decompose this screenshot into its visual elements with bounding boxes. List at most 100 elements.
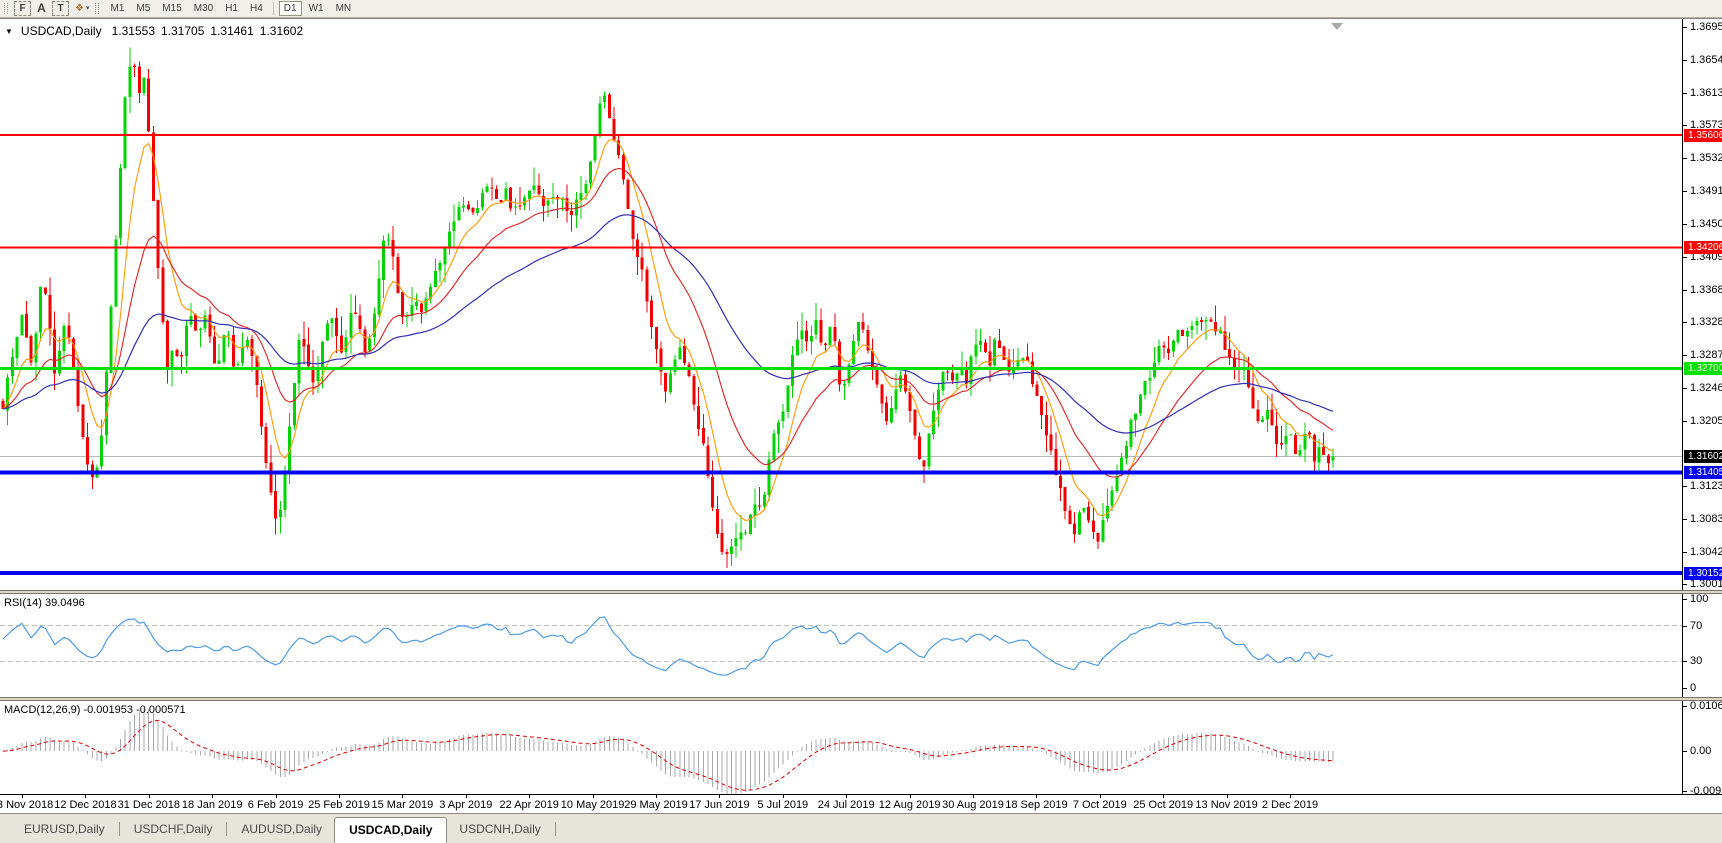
- price-axis-label: 1.31230: [1683, 481, 1722, 492]
- rsi-axis-label: 30: [1683, 656, 1722, 667]
- ma-fast-line[interactable]: [2, 139, 1334, 522]
- timeframe-button-m1[interactable]: M1: [105, 1, 129, 16]
- close-value: 1.31602: [259, 24, 304, 38]
- date-axis[interactable]: 23 Nov 201812 Dec 201831 Dec 201818 Jan …: [0, 794, 1722, 814]
- date-tick: [1226, 795, 1228, 798]
- text-label-icon[interactable]: T: [52, 1, 69, 16]
- price-axis-label: 1.35320: [1683, 152, 1722, 164]
- tab-divider: [118, 821, 120, 836]
- date-label: 25 Oct 2019: [1133, 799, 1194, 811]
- date-tick: [1099, 795, 1101, 798]
- macd-signal-line[interactable]: [2, 719, 1334, 791]
- tab-usdchf[interactable]: USDCHF,Daily: [122, 818, 225, 840]
- price-axis-label: 1.30830: [1683, 513, 1722, 525]
- price-axis[interactable]: 1.369501.365401.361301.357301.353201.349…: [1682, 19, 1722, 590]
- timeframe-button-m15[interactable]: M15: [157, 1, 186, 16]
- tab-audusd[interactable]: AUDUSD,Daily: [229, 818, 334, 840]
- toolbar-drag-handle[interactable]: [4, 3, 8, 14]
- price-axis-label: 1.33680: [1683, 284, 1722, 296]
- timeframe-button-h4[interactable]: H4: [245, 1, 268, 16]
- date-tick: [846, 795, 848, 798]
- date-label: 29 May 2019: [624, 799, 688, 811]
- date-tick: [402, 795, 404, 798]
- high-value: 1.31705: [161, 24, 205, 38]
- price-axis-label: 1.34910: [1683, 185, 1722, 197]
- price-axis-label: 1.33280: [1683, 316, 1722, 328]
- tab-usdcnh[interactable]: USDCNH,Daily: [447, 818, 552, 840]
- date-label: 2 Dec 2019: [1261, 799, 1319, 811]
- timeframe-button-mn[interactable]: MN: [331, 1, 357, 16]
- date-tick: [275, 795, 277, 798]
- date-label: 31 Dec 2018: [117, 799, 180, 811]
- mt4-window: F A T ❖ ▾ M1 M5 M15 M30 H1 H4 D1 W1 MN ▼ USDCAD,…: [0, 0, 1722, 843]
- chart-shift-marker[interactable]: [1331, 23, 1343, 30]
- timeframe-button-m5[interactable]: M5: [131, 1, 155, 16]
- macd-axis-label: 0.00: [1683, 746, 1722, 757]
- macd-plot[interactable]: [0, 701, 1682, 794]
- chevron-down-icon: ▾: [85, 5, 90, 12]
- price-axis-label: 1.36950: [1683, 22, 1722, 33]
- date-label: 7 Oct 2019: [1072, 799, 1127, 811]
- timeframe-button-w1[interactable]: W1: [304, 1, 329, 16]
- timeframe-button-h1[interactable]: H1: [220, 1, 243, 16]
- date-tick: [782, 795, 784, 798]
- chart-tabs-bar: EURUSD,Daily USDCHF,Daily AUDUSD,Daily USDC…: [0, 813, 1722, 843]
- date-label: 12 Dec 2018: [54, 799, 117, 811]
- price-axis-label: 1.32460: [1683, 382, 1722, 394]
- macd-label: MACD(12,26,9) -0.001953 -0.000571: [4, 704, 186, 716]
- date-tick: [719, 795, 721, 798]
- tab-usdcad[interactable]: USDCAD,Daily: [334, 817, 448, 843]
- timeframe-button-d1[interactable]: D1: [278, 1, 302, 16]
- date-label: 25 Feb 2019: [308, 799, 370, 811]
- toolbar-separator: [272, 2, 274, 15]
- date-tick: [1163, 795, 1165, 798]
- rsi-plot[interactable]: [0, 594, 1682, 697]
- macd-panel: MACD(12,26,9) -0.001953 -0.000571 0.0106…: [0, 701, 1722, 797]
- timeframe-button-m30[interactable]: M30: [189, 1, 218, 16]
- price-badge-level: 1.35606: [1684, 128, 1722, 142]
- date-label: 18 Jan 2019: [181, 799, 243, 811]
- date-label: 3 Apr 2019: [439, 799, 493, 811]
- low-value: 1.31461: [210, 24, 254, 38]
- price-axis-label: 1.30420: [1683, 546, 1722, 558]
- date-tick: [592, 795, 594, 798]
- chart-dropdown-icon[interactable]: ▼: [5, 27, 13, 36]
- price-axis-label: 1.36540: [1683, 54, 1722, 66]
- rsi-panel: RSI(14) 39.0496 100 70 30 0: [0, 594, 1722, 697]
- date-label: 22 Apr 2019: [499, 799, 559, 811]
- date-label: 17 Jun 2019: [689, 799, 750, 811]
- rsi-axis[interactable]: 100 70 30 0: [1682, 594, 1722, 697]
- tab-divider: [226, 821, 228, 836]
- main-chart-panel: ▼ USDCAD,Daily 1.31553 1.31705 1.31461 1…: [0, 19, 1722, 590]
- price-axis-label: 1.36130: [1683, 87, 1722, 99]
- price-badge-level: 1.30152: [1684, 566, 1722, 580]
- date-tick: [656, 795, 657, 798]
- symbol-period-label: USDCAD,Daily: [20, 24, 102, 38]
- date-label: 6 Feb 2019: [247, 799, 304, 811]
- text-a-icon[interactable]: A: [33, 1, 50, 16]
- fibonacci-tool-icon[interactable]: F: [14, 1, 31, 16]
- macd-axis[interactable]: 0.0106150.00-0.00918: [1682, 701, 1722, 797]
- toolbar-group-handle[interactable]: [95, 3, 100, 14]
- date-label: 15 Mar 2019: [371, 799, 434, 811]
- shapes-tool-icon[interactable]: ❖ ▾: [71, 1, 93, 16]
- price-axis-label: 1.32050: [1683, 415, 1722, 427]
- candlestick-plot[interactable]: [0, 19, 1682, 590]
- date-label: 10 May 2019: [560, 799, 625, 811]
- open-value: 1.31553: [111, 24, 155, 38]
- date-label: 23 Nov 2018: [0, 799, 54, 811]
- date-tick: [465, 795, 467, 798]
- rsi-axis-label: 70: [1683, 620, 1722, 632]
- price-axis-label: 1.30010: [1683, 579, 1722, 590]
- top-toolbar: F A T ❖ ▾ M1 M5 M15 M30 H1 H4 D1 W1 MN: [0, 0, 1722, 18]
- rsi-axis-label: 100: [1683, 594, 1722, 605]
- macd-histogram: [2, 708, 1334, 794]
- shapes-glyph: ❖: [75, 3, 84, 14]
- date-tick: [148, 795, 150, 798]
- rsi-label: RSI(14) 39.0496: [4, 597, 85, 609]
- date-tick: [339, 795, 340, 798]
- date-tick: [22, 795, 23, 798]
- price-badge-level: 1.34206: [1684, 240, 1722, 254]
- tab-eurusd[interactable]: EURUSD,Daily: [12, 818, 117, 840]
- date-tick: [529, 795, 531, 798]
